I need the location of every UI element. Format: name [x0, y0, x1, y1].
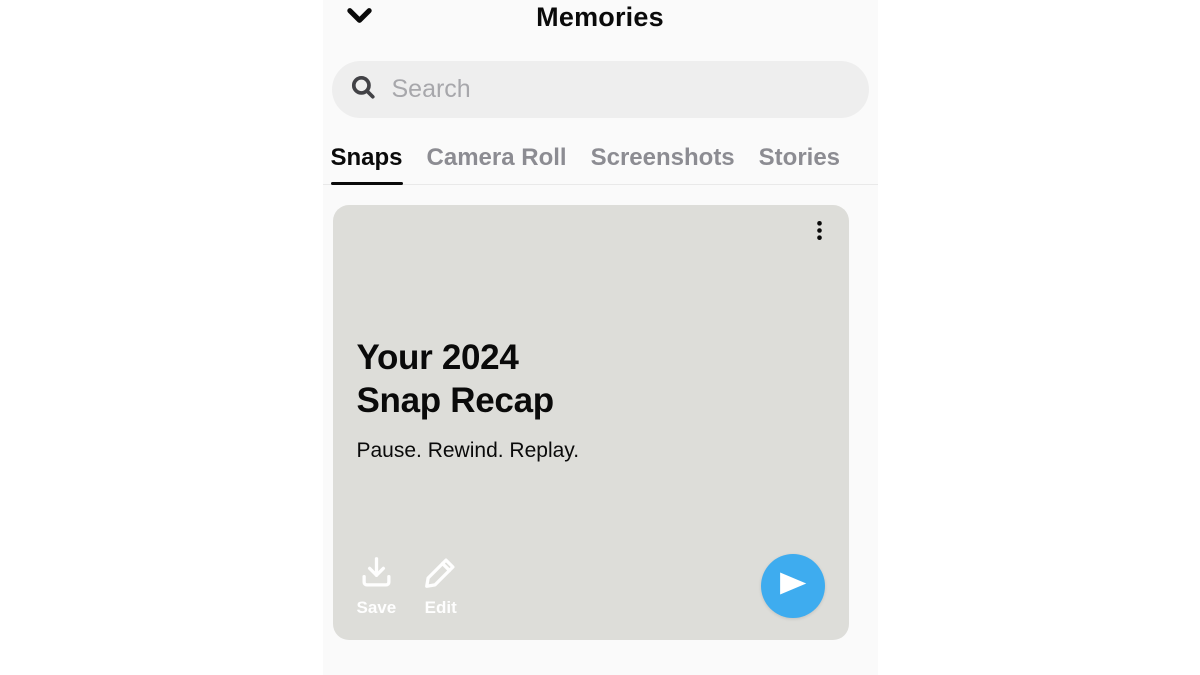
memories-screen: Memories Search Snaps Camera Roll Screen… — [323, 0, 878, 675]
card-actions: Save Edit — [357, 554, 825, 618]
card-area: Your 2024 Snap Recap Pause. Rewind. Repl… — [323, 185, 878, 675]
edit-button[interactable]: Edit — [424, 556, 457, 618]
more-options-button[interactable] — [808, 219, 831, 247]
card-body: Your 2024 Snap Recap Pause. Rewind. Repl… — [357, 337, 825, 463]
left-actions: Save Edit — [357, 556, 458, 618]
recap-card[interactable]: Your 2024 Snap Recap Pause. Rewind. Repl… — [333, 205, 849, 640]
search-icon — [350, 74, 376, 105]
save-button[interactable]: Save — [357, 556, 397, 618]
tabs-bar: Snaps Camera Roll Screenshots Stories — [323, 144, 878, 185]
tab-camera-roll[interactable]: Camera Roll — [427, 144, 567, 184]
tab-screenshots[interactable]: Screenshots — [591, 144, 735, 184]
search-input[interactable]: Search — [332, 61, 869, 118]
search-placeholder: Search — [392, 75, 471, 104]
card-title-line1: Your 2024 — [357, 337, 825, 380]
card-title: Your 2024 Snap Recap — [357, 337, 825, 422]
more-vertical-icon — [808, 229, 831, 246]
page-title: Memories — [341, 2, 860, 33]
save-label: Save — [357, 598, 397, 618]
tab-stories[interactable]: Stories — [759, 144, 840, 184]
tab-snaps[interactable]: Snaps — [331, 144, 403, 184]
header: Memories — [323, 0, 878, 43]
download-icon — [360, 556, 393, 594]
chevron-down-icon — [345, 17, 374, 34]
card-subtitle: Pause. Rewind. Replay. — [357, 439, 825, 463]
card-title-line2: Snap Recap — [357, 380, 825, 423]
edit-label: Edit — [425, 598, 457, 618]
send-button[interactable] — [761, 554, 825, 618]
pencil-icon — [424, 556, 457, 594]
send-icon — [776, 567, 809, 605]
close-chevron-button[interactable] — [345, 1, 374, 35]
